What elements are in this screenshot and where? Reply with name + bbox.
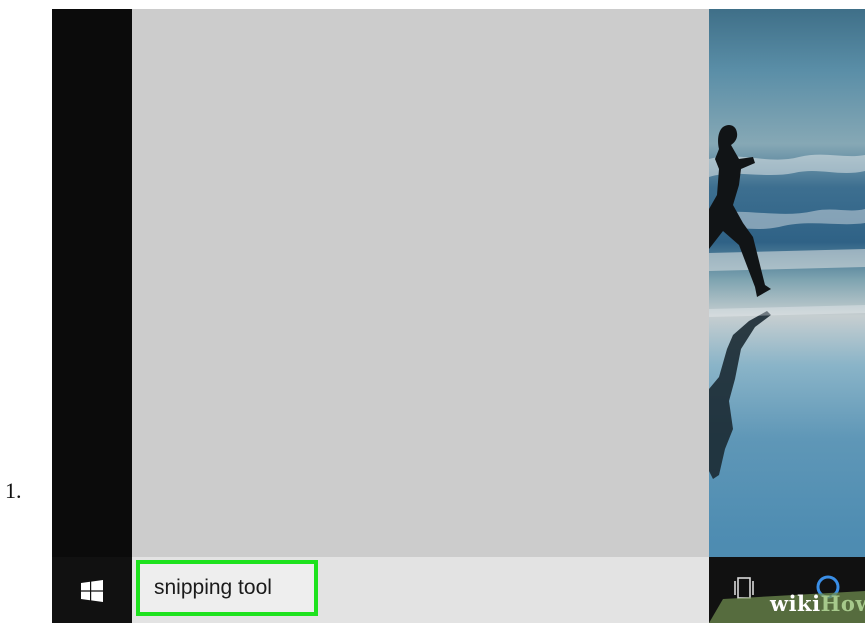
watermark-wiki: wiki <box>770 591 821 616</box>
watermark-text: wikiHow <box>770 591 865 616</box>
windows-logo-icon <box>81 580 103 602</box>
desktop-wallpaper <box>709 9 865 623</box>
taskbar: snipping tool wikiHow <box>52 557 865 623</box>
search-input[interactable]: snipping tool <box>136 560 318 616</box>
step-number: 1. <box>5 478 22 503</box>
windows-screenshot: snipping tool wikiHow <box>52 9 865 623</box>
wallpaper-runner-image <box>709 125 865 479</box>
search-input-value: snipping tool <box>154 576 272 599</box>
start-menu-panel <box>132 9 709 557</box>
page: 1. snipping tool wikiHow <box>0 0 865 623</box>
start-button[interactable] <box>72 573 112 609</box>
start-menu-sidebar <box>52 9 132 557</box>
watermark-how: How <box>820 591 865 616</box>
